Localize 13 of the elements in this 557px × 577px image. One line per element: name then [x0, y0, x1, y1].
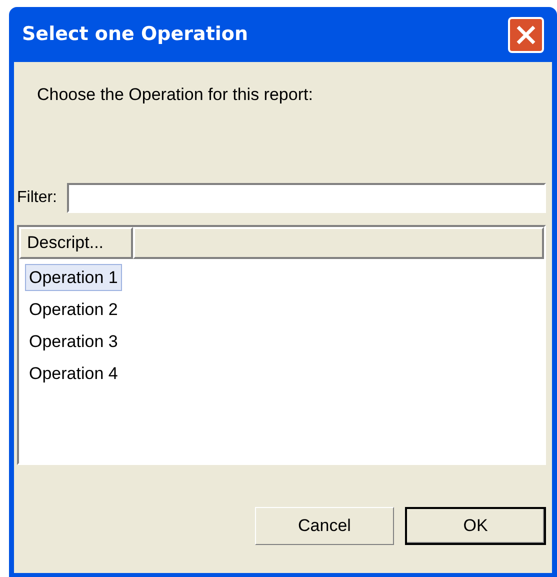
dialog-button[interactable]: Cancel — [255, 506, 394, 544]
list-item[interactable]: Operation 1 — [25, 264, 122, 292]
prompt-text: Choose the Operation for this report: — [37, 84, 314, 106]
dialog-button[interactable]: OK — [405, 506, 546, 544]
filter-field[interactable] — [67, 182, 546, 212]
list-item[interactable]: Operation 3 — [25, 328, 122, 356]
close-icon — [515, 24, 537, 46]
list-item[interactable]: Operation 2 — [25, 296, 122, 324]
close-button[interactable] — [508, 16, 544, 52]
filter-label: Filter: — [17, 188, 57, 208]
column-header[interactable]: Descript... — [19, 226, 133, 258]
list-item[interactable]: Operation 4 — [25, 360, 122, 388]
window-title: Select one Operation — [22, 22, 248, 48]
